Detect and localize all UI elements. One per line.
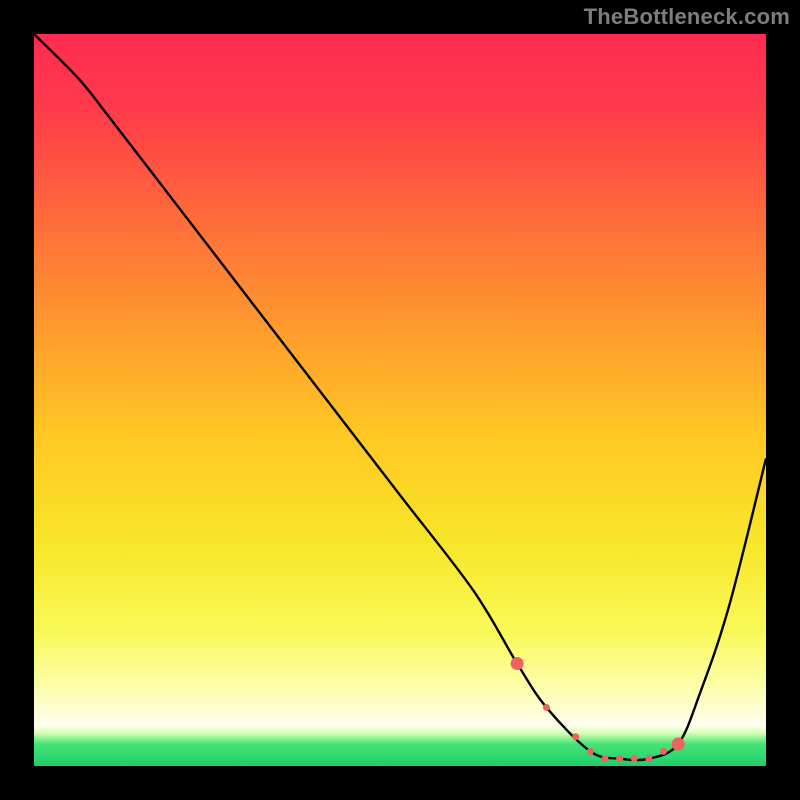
marker-dot [511,657,524,670]
marker-dot [572,733,579,740]
chart-container: TheBottleneck.com [0,0,800,800]
marker-dot [660,748,667,755]
marker-dot [601,755,608,762]
plot-background [34,34,766,766]
marker-dot [587,748,594,755]
attribution-text: TheBottleneck.com [584,4,790,30]
marker-dot [631,755,638,762]
chart-svg [34,34,766,766]
marker-dot [645,755,652,762]
marker-dot [543,704,550,711]
marker-dot [616,755,623,762]
marker-dot [672,738,685,751]
plot-area [34,34,766,766]
